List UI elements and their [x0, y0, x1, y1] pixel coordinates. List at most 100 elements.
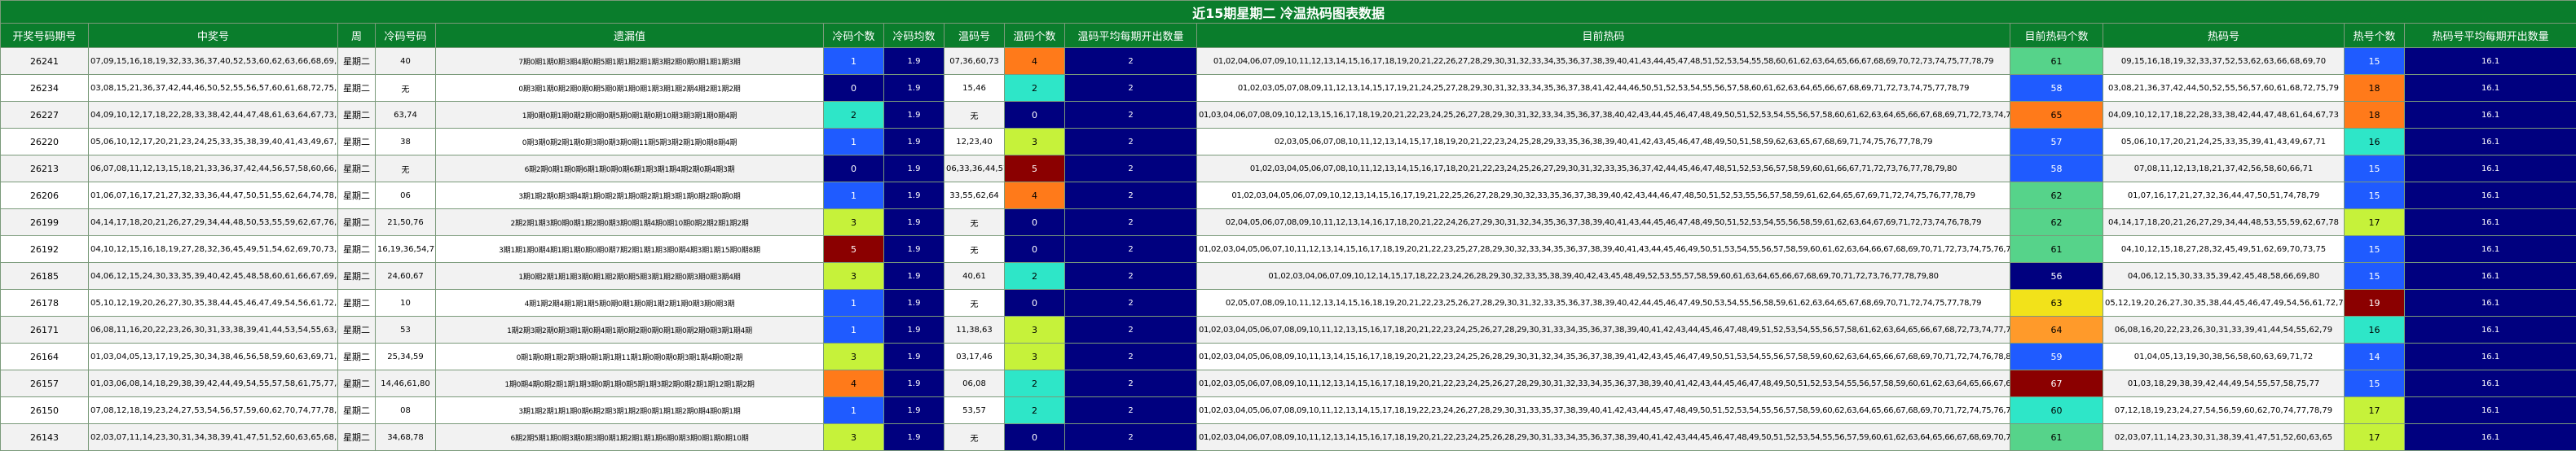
cell-period: 26220 — [1, 129, 89, 155]
cell-omission: 6期2期5期1期0期3期0期3期0期1期2期1期1期6期0期3期0期1期0期10… — [436, 424, 824, 451]
header-row: 开奖号码期号中奖号周冷码号码遗漏值冷码个数冷码均数温码号温码个数温码平均每期开出… — [1, 24, 2576, 48]
cell-omission: 3期1期1期0期4期1期1期0期0期0期7期2期1期1期3期0期4期3期1期15… — [436, 236, 824, 263]
cell-period: 26178 — [1, 290, 89, 317]
cell-cold-average: 1.9 — [884, 102, 945, 129]
cell-period: 26150 — [1, 397, 89, 424]
cell-current-hot-count: 62 — [2010, 209, 2103, 236]
header-cold-count: 冷码个数 — [824, 24, 884, 48]
cell-cold-numbers: 25,34,59 — [376, 344, 436, 370]
cell-period: 26234 — [1, 75, 89, 102]
cell-warm-numbers: 53,57 — [945, 397, 1005, 424]
cell-current-hot-count: 58 — [2010, 155, 2103, 182]
cell-hot-count: 16 — [2345, 317, 2405, 344]
cell-hot-numbers: 03,08,21,36,37,42,44,50,52,55,56,57,60,6… — [2103, 75, 2345, 102]
cell-warm-average: 2 — [1065, 209, 1197, 236]
cell-hot-numbers: 04,10,12,15,18,27,28,32,45,49,51,62,69,7… — [2103, 236, 2345, 263]
cell-winning-numbers: 04,06,12,15,24,30,33,35,39,40,42,45,48,5… — [89, 263, 338, 290]
cell-warm-numbers: 40,61 — [945, 263, 1005, 290]
header-warm-count: 温码个数 — [1005, 24, 1065, 48]
table-row: 2619204,10,12,15,16,18,19,27,28,32,36,45… — [1, 236, 2576, 263]
cell-cold-numbers: 21,50,76 — [376, 209, 436, 236]
cell-cold-count: 1 — [824, 48, 884, 75]
cell-cold-average: 1.9 — [884, 129, 945, 155]
cell-cold-count: 2 — [824, 102, 884, 129]
cell-cold-count: 1 — [824, 317, 884, 344]
table-row: 2618504,06,12,15,24,30,33,35,39,40,42,45… — [1, 263, 2576, 290]
cell-current-hot-count: 60 — [2010, 397, 2103, 424]
cell-warm-numbers: 06,33,36,44,57 — [945, 155, 1005, 182]
cell-warm-average: 2 — [1065, 344, 1197, 370]
table-row: 2623403,08,15,21,36,37,42,44,46,50,52,55… — [1, 75, 2576, 102]
cell-warm-numbers: 33,55,62,64 — [945, 182, 1005, 209]
cell-current-hot: 01,02,03,04,05,06,07,08,09,10,11,12,13,1… — [1197, 397, 2010, 424]
cell-hot-count: 15 — [2345, 263, 2405, 290]
cell-warm-count: 0 — [1005, 102, 1065, 129]
table-row: 2615007,08,12,18,19,23,24,27,53,54,56,57… — [1, 397, 2576, 424]
cell-cold-numbers: 34,68,78 — [376, 424, 436, 451]
cell-cold-average: 1.9 — [884, 236, 945, 263]
cell-cold-average: 1.9 — [884, 370, 945, 397]
cell-warm-numbers: 无 — [945, 290, 1005, 317]
cell-cold-numbers: 10 — [376, 290, 436, 317]
cell-current-hot-count: 61 — [2010, 424, 2103, 451]
table-row: 2622704,09,10,12,17,18,22,28,33,38,42,44… — [1, 102, 2576, 129]
data-sheet: 近15期星期二 冷温热码图表数据 开奖号码期号中奖号周冷码号码遗漏值冷码个数冷码… — [0, 0, 2576, 451]
cell-warm-numbers: 无 — [945, 102, 1005, 129]
cell-warm-average: 2 — [1065, 236, 1197, 263]
cell-cold-count: 1 — [824, 182, 884, 209]
cell-cold-average: 1.9 — [884, 209, 945, 236]
cell-winning-numbers: 01,06,07,16,17,21,27,32,33,36,44,47,50,5… — [89, 182, 338, 209]
cell-warm-average: 2 — [1065, 317, 1197, 344]
cell-hot-count: 18 — [2345, 102, 2405, 129]
cell-weekday: 星期二 — [338, 236, 376, 263]
table-row: 2621306,07,08,11,12,13,15,18,21,33,36,37… — [1, 155, 2576, 182]
table-row: 2622005,06,10,12,17,20,21,23,24,25,33,35… — [1, 129, 2576, 155]
cell-hot-numbers: 07,08,11,12,13,18,21,37,42,56,58,60,66,7… — [2103, 155, 2345, 182]
cell-warm-count: 0 — [1005, 290, 1065, 317]
cell-cold-average: 1.9 — [884, 424, 945, 451]
table-row: 2615701,03,06,08,14,18,29,38,39,42,44,49… — [1, 370, 2576, 397]
cell-warm-count: 0 — [1005, 209, 1065, 236]
cell-hot-average: 16.1 — [2405, 129, 2576, 155]
cell-period: 26143 — [1, 424, 89, 451]
sheet-title: 近15期星期二 冷温热码图表数据 — [1, 1, 2576, 24]
cell-winning-numbers: 04,10,12,15,16,18,19,27,28,32,36,45,49,5… — [89, 236, 338, 263]
cell-cold-average: 1.9 — [884, 290, 945, 317]
cell-winning-numbers: 04,14,17,18,20,21,26,27,29,34,44,48,50,5… — [89, 209, 338, 236]
header-warm-average: 温码平均每期开出数量 — [1065, 24, 1197, 48]
header-current-hot: 目前热码 — [1197, 24, 2010, 48]
cell-warm-average: 2 — [1065, 290, 1197, 317]
cell-warm-numbers: 无 — [945, 424, 1005, 451]
cell-warm-numbers: 06,08 — [945, 370, 1005, 397]
cell-current-hot: 01,02,04,06,07,09,10,11,12,13,14,15,16,1… — [1197, 48, 2010, 75]
cell-weekday: 星期二 — [338, 209, 376, 236]
cell-cold-average: 1.9 — [884, 155, 945, 182]
cell-cold-count: 1 — [824, 129, 884, 155]
cell-hot-count: 17 — [2345, 397, 2405, 424]
cell-current-hot-count: 62 — [2010, 182, 2103, 209]
table-row: 2617106,08,11,16,20,22,23,26,30,31,33,38… — [1, 317, 2576, 344]
cell-cold-average: 1.9 — [884, 344, 945, 370]
cell-cold-count: 3 — [824, 209, 884, 236]
cell-omission: 1期0期0期1期0期2期0期0期5期0期1期0期10期3期3期1期0期4期 — [436, 102, 824, 129]
cell-cold-numbers: 40 — [376, 48, 436, 75]
cell-hot-average: 16.1 — [2405, 209, 2576, 236]
cell-hot-count: 15 — [2345, 182, 2405, 209]
cell-warm-numbers: 无 — [945, 209, 1005, 236]
cell-weekday: 星期二 — [338, 48, 376, 75]
cell-current-hot: 01,02,03,04,05,06,08,09,10,11,13,14,15,1… — [1197, 344, 2010, 370]
cell-weekday: 星期二 — [338, 129, 376, 155]
cell-warm-average: 2 — [1065, 102, 1197, 129]
cell-current-hot: 01,02,03,04,06,07,08,09,10,11,12,13,14,1… — [1197, 424, 2010, 451]
cell-current-hot: 01,02,03,04,05,06,07,09,10,12,13,14,15,1… — [1197, 182, 2010, 209]
cell-warm-average: 2 — [1065, 370, 1197, 397]
cell-omission: 0期3期1期0期2期0期0期5期0期1期0期1期3期1期2期4期2期1期2期 — [436, 75, 824, 102]
cell-weekday: 星期二 — [338, 344, 376, 370]
cell-omission: 4期1期2期4期1期1期5期0期0期1期0期1期2期1期0期3期0期3期 — [436, 290, 824, 317]
cell-warm-average: 2 — [1065, 424, 1197, 451]
cell-hot-count: 17 — [2345, 424, 2405, 451]
cell-warm-count: 5 — [1005, 155, 1065, 182]
cell-current-hot-count: 63 — [2010, 290, 2103, 317]
cell-weekday: 星期二 — [338, 424, 376, 451]
cell-hot-count: 15 — [2345, 48, 2405, 75]
